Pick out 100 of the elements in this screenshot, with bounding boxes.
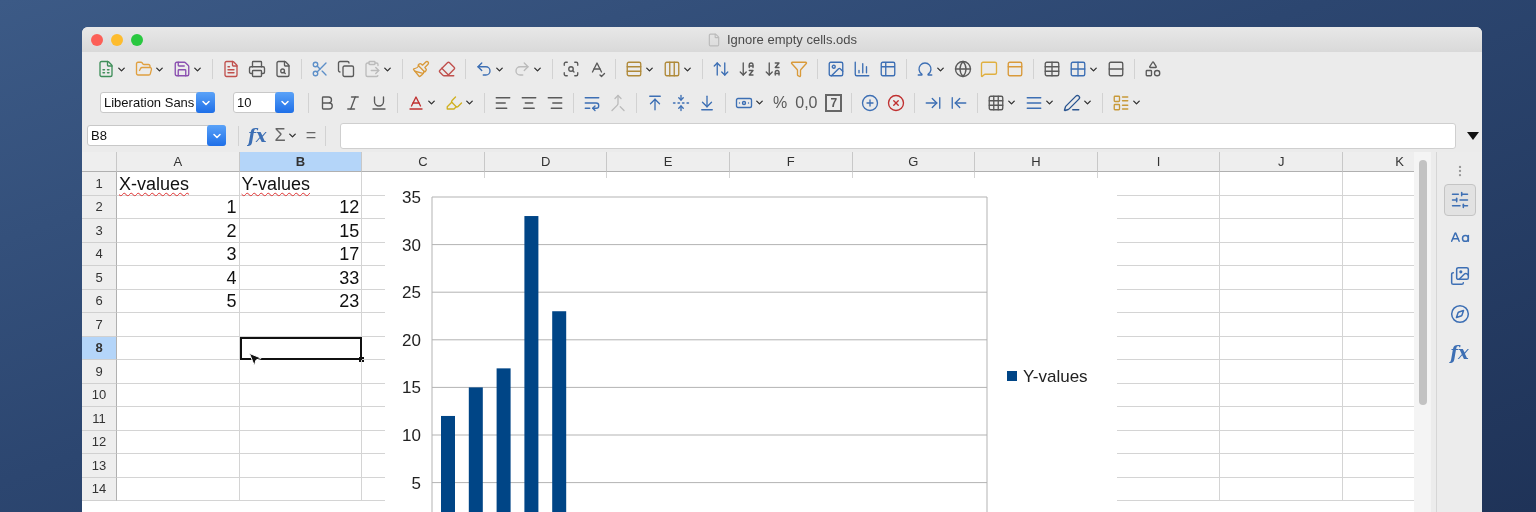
functions-button[interactable]: fx [1443, 336, 1476, 368]
list-icon [1112, 93, 1131, 112]
table-cell[interactable]: 17 [239, 242, 363, 266]
column-header[interactable]: A [117, 152, 240, 172]
table-cell[interactable]: 4 [117, 266, 240, 290]
empty-cell[interactable] [239, 430, 363, 454]
column-header[interactable]: J [1220, 152, 1343, 172]
column-header[interactable]: H [975, 152, 1098, 172]
close-button[interactable] [91, 33, 103, 46]
empty-cell[interactable] [1220, 195, 1343, 219]
table-cell[interactable]: 15 [239, 219, 363, 243]
percent-button[interactable]: % [770, 89, 791, 116]
empty-cell[interactable] [239, 313, 363, 337]
name-box[interactable]: B8 [87, 125, 226, 146]
caret-icon [1082, 97, 1094, 108]
axis-tick-label: 15 [402, 378, 421, 398]
axis-tick-label: 5 [411, 473, 421, 493]
images-icon [1449, 266, 1470, 286]
mouse-pointer-icon [247, 351, 263, 367]
row-header[interactable]: 11 [82, 407, 117, 431]
number-format-button[interactable]: 0,0 [792, 89, 821, 116]
empty-cell[interactable] [1220, 172, 1343, 196]
font-name-combobox[interactable]: Liberation Sans [100, 92, 215, 113]
table-cell[interactable]: 33 [239, 266, 363, 290]
table-cell[interactable]: 5 [117, 289, 240, 313]
empty-cell[interactable] [1220, 477, 1343, 501]
column-header[interactable]: F [729, 152, 853, 172]
table-cell[interactable]: X-values [117, 172, 240, 196]
merge-icon [609, 93, 627, 112]
empty-cell[interactable] [239, 383, 363, 407]
empty-cell[interactable] [239, 407, 363, 431]
selected-cell[interactable] [239, 336, 363, 360]
table-cell[interactable]: 12 [239, 195, 363, 219]
row-header[interactable]: 13 [82, 454, 117, 478]
function-wizard-button[interactable]: fx [245, 122, 270, 149]
formula-button[interactable]: = [302, 122, 320, 149]
dropdown-button[interactable] [207, 125, 226, 146]
empty-cell[interactable] [1220, 407, 1343, 431]
empty-cell[interactable] [1220, 266, 1343, 290]
row-header[interactable]: 14 [82, 477, 117, 501]
table-icon [1043, 60, 1061, 78]
page-icon [1006, 60, 1024, 78]
properties-button[interactable] [1443, 184, 1476, 216]
redo-icon [513, 60, 531, 78]
empty-cell[interactable] [1220, 313, 1343, 337]
formula-input[interactable] [340, 122, 1456, 149]
column-header[interactable]: I [1097, 152, 1221, 172]
row-header[interactable]: 10 [82, 383, 117, 407]
empty-cell[interactable] [1220, 336, 1343, 360]
empty-cell[interactable] [1220, 454, 1343, 478]
row-header[interactable]: 8 [82, 336, 117, 360]
table-cell[interactable]: 1 [117, 195, 240, 219]
row-header[interactable]: 3 [82, 219, 117, 243]
undo-icon [475, 60, 493, 78]
column-header[interactable]: K [1342, 152, 1415, 172]
pen-icon [1063, 93, 1082, 112]
dropdown-button[interactable] [196, 92, 215, 113]
row-header[interactable]: 7 [82, 313, 117, 337]
fill-handle[interactable] [359, 357, 365, 362]
column-header[interactable]: D [484, 152, 608, 172]
table-cell[interactable]: 2 [117, 219, 240, 243]
align-bottom-icon [698, 93, 716, 112]
column-header[interactable]: G [852, 152, 976, 172]
row-header[interactable]: 2 [82, 195, 117, 219]
row-header[interactable]: 1 [82, 172, 117, 196]
empty-cell[interactable] [239, 454, 363, 478]
table-cell[interactable]: Y-values [239, 172, 363, 196]
dropdown-button[interactable] [275, 92, 294, 113]
caret-icon [1006, 97, 1018, 108]
row-header[interactable]: 6 [82, 289, 117, 313]
grid-icon [1069, 60, 1087, 78]
sum-button[interactable]: Σ [271, 122, 301, 149]
row-header[interactable]: 12 [82, 430, 117, 454]
row-header[interactable]: 5 [82, 266, 117, 290]
empty-cell[interactable] [1220, 219, 1343, 243]
page-magnifier-icon [274, 60, 292, 78]
row-header[interactable]: 4 [82, 242, 117, 266]
split-window-icon [1107, 60, 1125, 78]
empty-cell[interactable] [239, 477, 363, 501]
vertical-scrollbar[interactable] [1414, 152, 1432, 512]
table-cell[interactable]: 23 [239, 289, 363, 313]
caret-icon [754, 97, 765, 108]
column-header[interactable]: C [362, 152, 485, 172]
column-header[interactable]: B [239, 152, 363, 172]
axis-tick-label: 35 [402, 188, 421, 207]
empty-cell[interactable] [1220, 242, 1343, 266]
empty-cell[interactable] [1220, 383, 1343, 407]
globe-icon [954, 60, 972, 78]
select-all-corner[interactable] [82, 152, 117, 172]
minimize-button[interactable] [111, 33, 123, 46]
empty-cell[interactable] [1220, 430, 1343, 454]
zoom-button[interactable] [131, 33, 143, 46]
empty-cell[interactable] [1220, 289, 1343, 313]
x-circle-icon [887, 93, 906, 112]
table-cell[interactable]: 3 [117, 242, 240, 266]
empty-cell[interactable] [1220, 360, 1343, 384]
font-size-combobox[interactable]: 10 [233, 92, 294, 113]
row-header[interactable]: 9 [82, 360, 117, 384]
speech-bubble-icon [980, 60, 998, 78]
column-header[interactable]: E [607, 152, 730, 172]
